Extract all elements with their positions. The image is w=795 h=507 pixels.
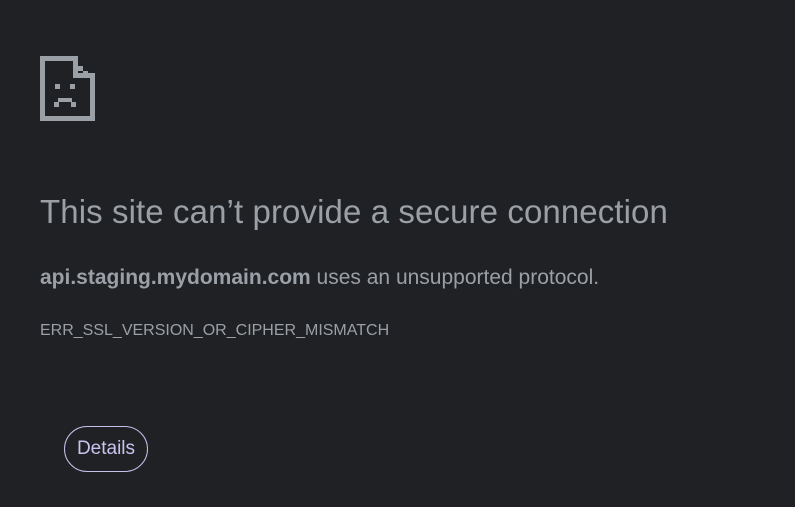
sad-page-icon [40, 56, 95, 121]
error-description: api.staging.mydomain.com uses an unsuppo… [40, 266, 599, 290]
host-name: api.staging.mydomain.com [40, 266, 311, 289]
page-title: This site can’t provide a secure connect… [40, 193, 668, 230]
details-button[interactable]: Details [64, 426, 148, 472]
error-code: ERR_SSL_VERSION_OR_CIPHER_MISMATCH [40, 322, 390, 339]
error-message: uses an unsupported protocol. [310, 266, 600, 289]
